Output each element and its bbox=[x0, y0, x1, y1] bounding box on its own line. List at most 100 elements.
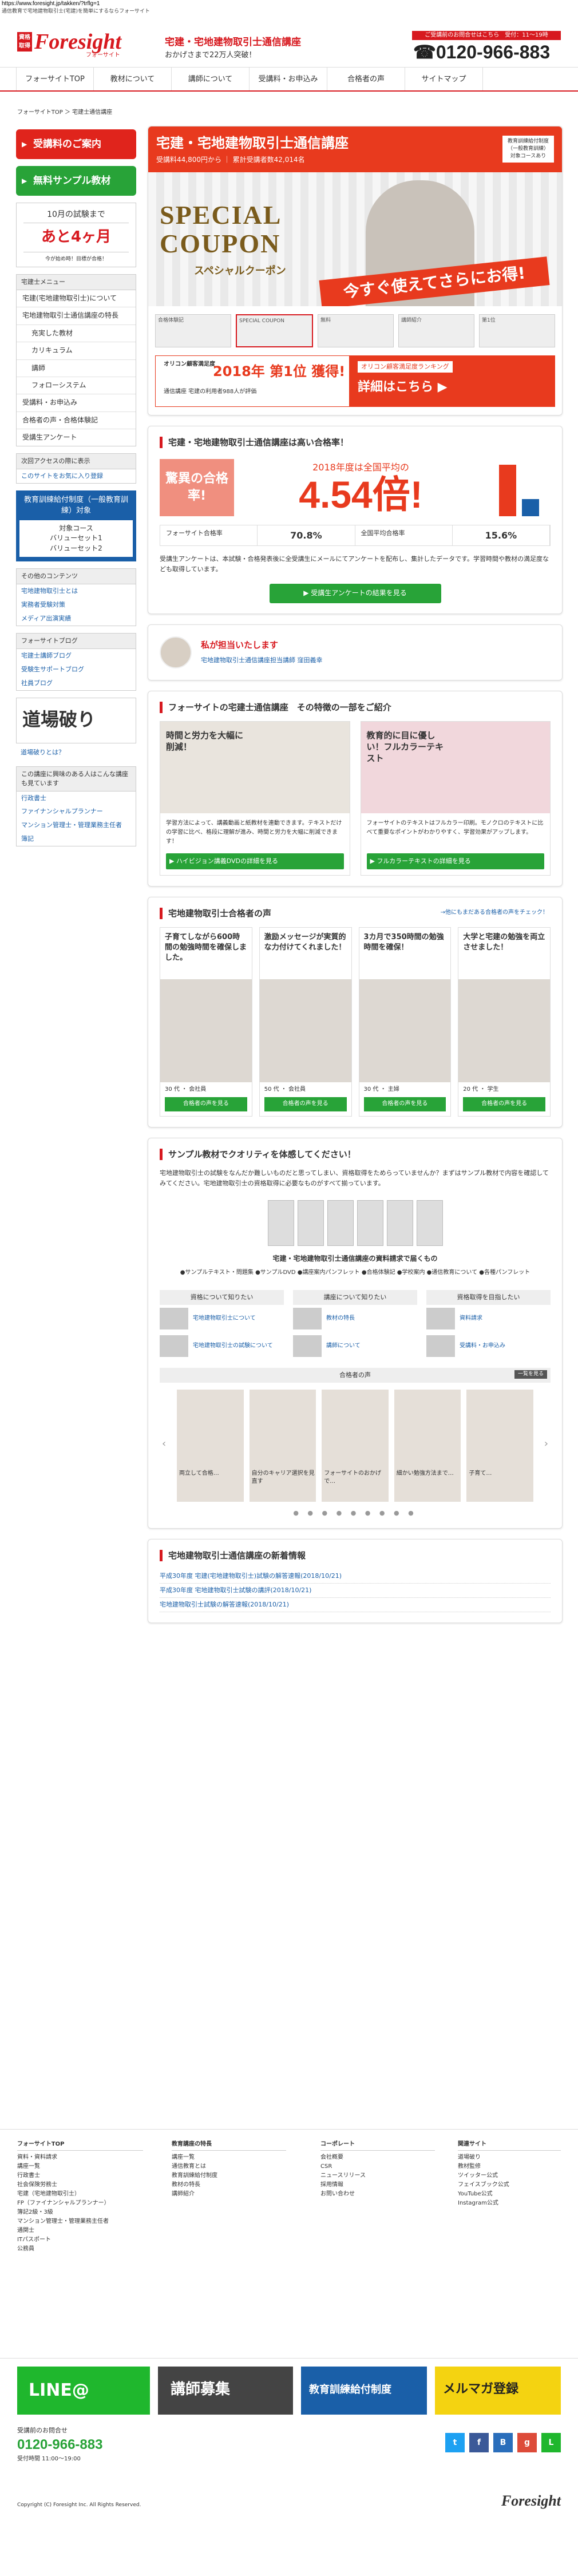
footer-link[interactable]: FP（ファイナンシャルプランナー） bbox=[17, 2199, 143, 2208]
line-banner[interactable]: LINE@ bbox=[17, 2367, 150, 2415]
footer-link[interactable]: 教育訓練給付制度 bbox=[172, 2171, 286, 2181]
sidebar-item[interactable]: 合格者の声・合格体験記 bbox=[17, 412, 136, 430]
twitter-icon[interactable]: t bbox=[445, 2433, 465, 2452]
interest-link[interactable]: 行政書士 bbox=[17, 792, 136, 805]
logo[interactable]: Foresight bbox=[34, 30, 121, 53]
footer-link[interactable]: 講師紹介 bbox=[172, 2190, 286, 2199]
footer-link[interactable]: お問い合わせ bbox=[320, 2190, 435, 2199]
news-item[interactable]: 宅地建物取引士試験の解答速報(2018/10/21) bbox=[160, 1598, 551, 1612]
breadcrumb[interactable]: フォーサイトTOP ＞ 宅建士通信講座 bbox=[17, 109, 112, 117]
bookmark-link[interactable]: このサイトをお気に入り登録 bbox=[17, 469, 136, 483]
footer-link[interactable]: ITパスポート bbox=[17, 2235, 143, 2245]
other-link[interactable]: メディア出演実績 bbox=[17, 612, 136, 626]
dojo-banner[interactable]: 道場破り bbox=[16, 697, 136, 743]
sidebar-item[interactable]: 宅建(宅地建物取引士)について bbox=[17, 290, 136, 308]
dojo-link[interactable]: 道場破りとは？ bbox=[16, 746, 136, 759]
footer-link[interactable]: 行政書士 bbox=[17, 2171, 143, 2181]
interest-link[interactable]: ファイナンシャルプランナー bbox=[17, 805, 136, 818]
footer-col-head[interactable]: コーポレート bbox=[320, 2140, 435, 2151]
nav-item[interactable]: 受講料・お申込み bbox=[250, 68, 327, 90]
chevron-right-icon[interactable]: › bbox=[544, 1437, 548, 1451]
recruit-banner[interactable]: 講師募集 bbox=[158, 2367, 293, 2415]
footer-tel-number[interactable]: 0120-966-883 bbox=[17, 2435, 102, 2455]
footer-link[interactable]: ツイッター公式 bbox=[458, 2171, 561, 2181]
slider-thumb[interactable]: 第1位 bbox=[479, 314, 555, 347]
feature-button[interactable]: ▶ フルカラーテキストの詳細を見る bbox=[366, 853, 544, 869]
category-link[interactable]: 受講料・お申込み bbox=[426, 1332, 551, 1360]
googleplus-icon[interactable]: g bbox=[517, 2433, 537, 2452]
interest-link[interactable]: マンション管理士・管理業務主任者 bbox=[17, 818, 136, 832]
footer-logo[interactable]: Foresight bbox=[501, 2490, 561, 2512]
kyouiku-banner[interactable]: 教育訓練給付制度（一般教育訓練）対象 対象コース バリューセット1 バリューセッ… bbox=[16, 490, 136, 562]
sidebar-item[interactable]: 受講料・お申込み bbox=[17, 394, 136, 412]
category-link[interactable]: 宅地建物取引士について bbox=[160, 1305, 284, 1332]
hatena-icon[interactable]: B bbox=[493, 2433, 513, 2452]
footer-link[interactable]: 採用情報 bbox=[320, 2181, 435, 2190]
footer-link[interactable]: 会社概要 bbox=[320, 2153, 435, 2162]
other-link[interactable]: 宅地建物取引士とは bbox=[17, 584, 136, 598]
slider-thumb[interactable]: 無料 bbox=[318, 314, 394, 347]
sidebar-item[interactable]: 充実した教材 bbox=[17, 325, 136, 343]
sidebar-item[interactable]: 講師 bbox=[17, 360, 136, 377]
footer-col-head[interactable]: 関連サイト bbox=[458, 2140, 561, 2151]
news-item[interactable]: 平成30年度 宅地建物取引士試験の講評(2018/10/21) bbox=[160, 1584, 551, 1598]
footer-link[interactable]: 社会保険労務士 bbox=[17, 2181, 143, 2190]
nav-item[interactable]: サイトマップ bbox=[405, 68, 483, 90]
nav-item[interactable]: 合格者の声 bbox=[327, 68, 405, 90]
sidebar-item[interactable]: 受講生アンケート bbox=[17, 429, 136, 446]
chevron-left-icon[interactable]: ‹ bbox=[162, 1437, 166, 1451]
slider-thumb[interactable]: 講師紹介 bbox=[398, 314, 474, 347]
carousel-item[interactable]: 細かい勉強方法まで… bbox=[394, 1389, 461, 1502]
category-link[interactable]: 教材の特長 bbox=[293, 1305, 417, 1332]
voices-more-link[interactable]: →他にもまだある合格者の声をチェック！ bbox=[441, 909, 548, 917]
url-bar[interactable]: https://www.foresight.jp/takken/?trflg=1 bbox=[0, 0, 578, 8]
footer-link[interactable]: 教材監修 bbox=[458, 2162, 561, 2171]
nav-item[interactable]: 教材について bbox=[94, 68, 172, 90]
blog-link[interactable]: 社員ブログ bbox=[17, 676, 136, 690]
footer-link[interactable]: フェイスブック公式 bbox=[458, 2181, 561, 2190]
sample-button[interactable]: ▶ 無料サンプル教材 bbox=[16, 166, 136, 196]
oricon-banner[interactable]: オリコン顧客満足度 2018年 第1位 獲得! 通信講座 宅建の利用者988人が… bbox=[155, 355, 555, 407]
footer-link[interactable]: 教材の特長 bbox=[172, 2181, 286, 2190]
voice-button[interactable]: 合格者の声を見る bbox=[463, 1097, 545, 1111]
carousel-item[interactable]: フォーサイトのおかげで… bbox=[322, 1389, 389, 1502]
footer-link[interactable]: YouTube公式 bbox=[458, 2190, 561, 2199]
footer-link[interactable]: 宅建（宅地建物取引士） bbox=[17, 2190, 143, 2199]
carousel-item[interactable]: 両立して合格… bbox=[177, 1389, 244, 1502]
footer-link[interactable]: 講座一覧 bbox=[17, 2162, 143, 2171]
survey-button[interactable]: ▶ 受講生アンケートの結果を見る bbox=[269, 584, 441, 603]
coupon-banner[interactable]: SPECIAL COUPON スペシャルクーポン 今すぐ使えてさらにお得! bbox=[148, 172, 562, 306]
footer-link[interactable]: 講座一覧 bbox=[172, 2153, 286, 2162]
news-item[interactable]: 平成30年度 宅建(宅地建物取引士)試験の解答速報(2018/10/21) bbox=[160, 1569, 551, 1584]
carousel-dots[interactable]: ● ● ● ● ● ● ● ● ● bbox=[160, 1509, 551, 1518]
mailmag-banner[interactable]: メルマガ登録 bbox=[435, 2367, 561, 2415]
sidebar-item[interactable]: 宅地建物取引士通信講座の特長 bbox=[17, 307, 136, 325]
voice-button[interactable]: 合格者の声を見る bbox=[264, 1097, 347, 1111]
kyouiku-footer-banner[interactable]: 教育訓練給付制度 bbox=[301, 2367, 427, 2415]
footer-link[interactable]: 資料・資料請求 bbox=[17, 2153, 143, 2162]
footer-link[interactable]: ニュースリリース bbox=[320, 2171, 435, 2181]
footer-link[interactable]: 通関士 bbox=[17, 2226, 143, 2235]
view-all-button[interactable]: 一覧を見る bbox=[514, 1370, 547, 1379]
footer-link[interactable]: マンション管理士・管理業務主任者 bbox=[17, 2217, 143, 2226]
category-link[interactable]: 資料請求 bbox=[426, 1305, 551, 1332]
blog-link[interactable]: 受験生サポートブログ bbox=[17, 663, 136, 676]
sidebar-item[interactable]: カリキュラム bbox=[17, 342, 136, 360]
footer-link[interactable]: 道場破り bbox=[458, 2153, 561, 2162]
footer-link[interactable]: CSR bbox=[320, 2162, 435, 2171]
voice-button[interactable]: 合格者の声を見る bbox=[165, 1097, 247, 1111]
other-link[interactable]: 実務者受験対策 bbox=[17, 598, 136, 612]
footer-link[interactable]: Instagram公式 bbox=[458, 2199, 561, 2208]
footer-link[interactable]: 通信教育とは bbox=[172, 2162, 286, 2171]
category-link[interactable]: 講師について bbox=[293, 1332, 417, 1360]
nav-item[interactable]: 講師について bbox=[172, 68, 250, 90]
voice-button[interactable]: 合格者の声を見る bbox=[363, 1097, 446, 1111]
carousel-item[interactable]: 自分のキャリア選択を見直す bbox=[249, 1389, 316, 1502]
footer-col-head[interactable]: 教育講座の特長 bbox=[172, 2140, 286, 2151]
slider-thumb[interactable]: SPECIAL COUPON bbox=[236, 314, 313, 347]
tel-number[interactable]: ☎0120-966-883 bbox=[413, 41, 550, 63]
fee-button[interactable]: ▶ 受講料のご案内 bbox=[16, 129, 136, 159]
line-icon[interactable]: L bbox=[541, 2433, 561, 2452]
footer-link[interactable]: 簿記2級・3級 bbox=[17, 2208, 143, 2217]
nav-item[interactable]: フォーサイトTOP bbox=[16, 68, 94, 90]
